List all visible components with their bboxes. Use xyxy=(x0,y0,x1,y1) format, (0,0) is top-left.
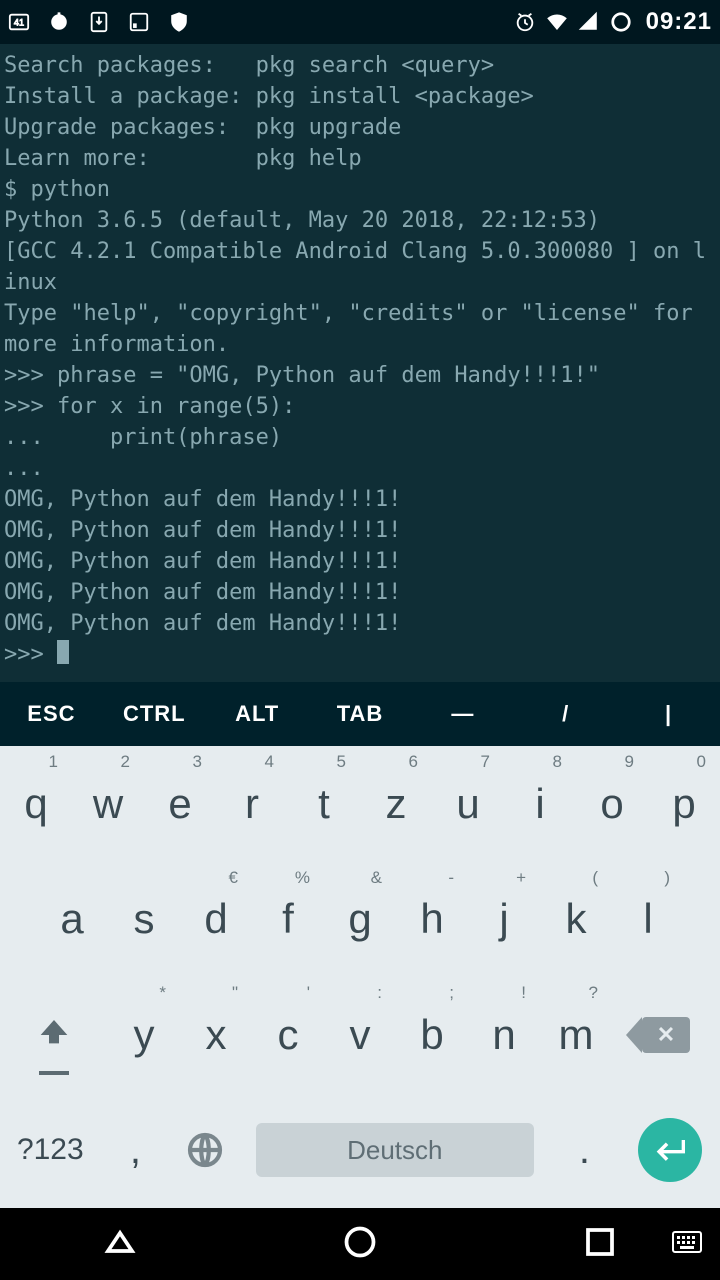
terminal-line: ... print(phrase) xyxy=(4,425,282,450)
terminal-app-icon xyxy=(128,11,150,33)
key-i[interactable]: 8i xyxy=(504,746,576,862)
termux-extra-keys: ESC CTRL ALT TAB — / | xyxy=(0,682,720,746)
terminal-line: OMG, Python auf dem Handy!!!1! xyxy=(4,580,401,605)
key-q[interactable]: 1q xyxy=(0,746,72,862)
key-backspace[interactable]: ✕ xyxy=(612,977,720,1093)
kb-row-4: ?123 , Deutsch . xyxy=(0,1093,720,1209)
key-m[interactable]: ?m xyxy=(540,977,612,1093)
shift-underline-icon xyxy=(39,1071,69,1075)
terminal-line: Type "help", "copyright", "credits" or "… xyxy=(4,301,706,357)
key-c[interactable]: 'c xyxy=(252,977,324,1093)
key-l[interactable]: )l xyxy=(612,862,684,978)
key-g[interactable]: &g xyxy=(324,862,396,978)
key-x[interactable]: "x xyxy=(180,977,252,1093)
key-period[interactable]: . xyxy=(550,1093,620,1209)
key-n[interactable]: !n xyxy=(468,977,540,1093)
key-u[interactable]: 7u xyxy=(432,746,504,862)
terminal-line: ... xyxy=(4,456,44,481)
battery-circle-icon xyxy=(610,11,632,33)
terminal-line: Install a package: pkg install <package> xyxy=(4,84,534,109)
terminal-prompt: >>> xyxy=(4,642,57,667)
key-t[interactable]: 5t xyxy=(288,746,360,862)
svg-text:41: 41 xyxy=(14,18,24,28)
android-navbar xyxy=(0,1208,720,1280)
terminal-line: Learn more: pkg help xyxy=(4,146,362,171)
terminal-line: $ python xyxy=(4,177,110,202)
key-b[interactable]: ;b xyxy=(396,977,468,1093)
shield-icon xyxy=(168,11,190,33)
nav-home[interactable] xyxy=(342,1224,378,1265)
shift-icon xyxy=(34,1015,74,1055)
home-circle-icon xyxy=(342,1224,378,1260)
signal-icon xyxy=(578,11,600,33)
key-alt[interactable]: ALT xyxy=(206,682,309,746)
terminal-line: >>> phrase = "OMG, Python auf dem Handy!… xyxy=(4,363,600,388)
status-bar: 41 xyxy=(0,0,720,44)
key-z[interactable]: 6z xyxy=(360,746,432,862)
terminal-line: Upgrade packages: pkg upgrade xyxy=(4,115,401,140)
key-v[interactable]: :v xyxy=(324,977,396,1093)
kb-row-2: a s €d %f &g -h +j (k )l xyxy=(0,862,720,978)
terminal-line: OMG, Python auf dem Handy!!!1! xyxy=(4,518,401,543)
terminal-line: Search packages: pkg search <query> xyxy=(4,53,494,78)
key-a[interactable]: a xyxy=(36,862,108,978)
key-dash[interactable]: — xyxy=(411,682,514,746)
key-language[interactable] xyxy=(170,1093,240,1209)
key-enter[interactable] xyxy=(619,1093,720,1209)
key-shift[interactable] xyxy=(0,977,108,1093)
alarm-icon xyxy=(514,11,536,33)
key-j[interactable]: +j xyxy=(468,862,540,978)
space-label: Deutsch xyxy=(347,1135,442,1166)
enter-icon xyxy=(638,1118,702,1182)
key-r[interactable]: 4r xyxy=(216,746,288,862)
terminal-cursor xyxy=(57,640,69,664)
nav-keyboard-toggle[interactable] xyxy=(672,1231,702,1258)
key-d[interactable]: €d xyxy=(180,862,252,978)
terminal-line: Python 3.6.5 (default, May 20 2018, 22:1… xyxy=(4,208,600,233)
key-o[interactable]: 9o xyxy=(576,746,648,862)
status-clock: 09:21 xyxy=(646,8,712,36)
key-comma[interactable]: , xyxy=(101,1093,171,1209)
key-pipe[interactable]: | xyxy=(617,682,720,746)
download-icon xyxy=(88,11,110,33)
recents-square-icon xyxy=(582,1224,618,1260)
key-space[interactable]: Deutsch xyxy=(240,1093,550,1209)
terminal-line: OMG, Python auf dem Handy!!!1! xyxy=(4,549,401,574)
key-k[interactable]: (k xyxy=(540,862,612,978)
key-h[interactable]: -h xyxy=(396,862,468,978)
key-ctrl[interactable]: CTRL xyxy=(103,682,206,746)
backspace-icon: ✕ xyxy=(642,1017,690,1053)
key-s[interactable]: s xyxy=(108,862,180,978)
status-right-icons: 09:21 xyxy=(514,8,712,36)
status-left-icons: 41 xyxy=(8,11,190,33)
key-w[interactable]: 2w xyxy=(72,746,144,862)
key-f[interactable]: %f xyxy=(252,862,324,978)
terminal-line: [GCC 4.2.1 Compatible Android Clang 5.0.… xyxy=(4,239,706,295)
terminal-line: >>> for x in range(5): xyxy=(4,394,295,419)
key-slash[interactable]: / xyxy=(514,682,617,746)
terminal-line: OMG, Python auf dem Handy!!!1! xyxy=(4,487,401,512)
kb-row-3: *y "x 'c :v ;b !n ?m ✕ xyxy=(0,977,720,1093)
key-tab[interactable]: TAB xyxy=(309,682,412,746)
nav-recents[interactable] xyxy=(582,1224,618,1265)
key-p[interactable]: 0p xyxy=(648,746,720,862)
nav-back[interactable] xyxy=(102,1224,138,1265)
globe-icon xyxy=(185,1130,225,1170)
key-y[interactable]: *y xyxy=(108,977,180,1093)
key-esc[interactable]: ESC xyxy=(0,682,103,746)
orbot-icon xyxy=(48,11,70,33)
key-e[interactable]: 3e xyxy=(144,746,216,862)
key-mode-change[interactable]: ?123 xyxy=(0,1093,101,1209)
kb-row-1: 1q 2w 3e 4r 5t 6z 7u 8i 9o 0p xyxy=(0,746,720,862)
soft-keyboard: 1q 2w 3e 4r 5t 6z 7u 8i 9o 0p a s €d %f … xyxy=(0,746,720,1208)
keyboard-icon xyxy=(672,1231,702,1253)
terminal-line: OMG, Python auf dem Handy!!!1! xyxy=(4,611,401,636)
terminal-output[interactable]: Search packages: pkg search <query> Inst… xyxy=(0,44,720,682)
back-triangle-icon xyxy=(102,1224,138,1260)
notification-badge-icon: 41 xyxy=(8,11,30,33)
wifi-icon xyxy=(546,11,568,33)
